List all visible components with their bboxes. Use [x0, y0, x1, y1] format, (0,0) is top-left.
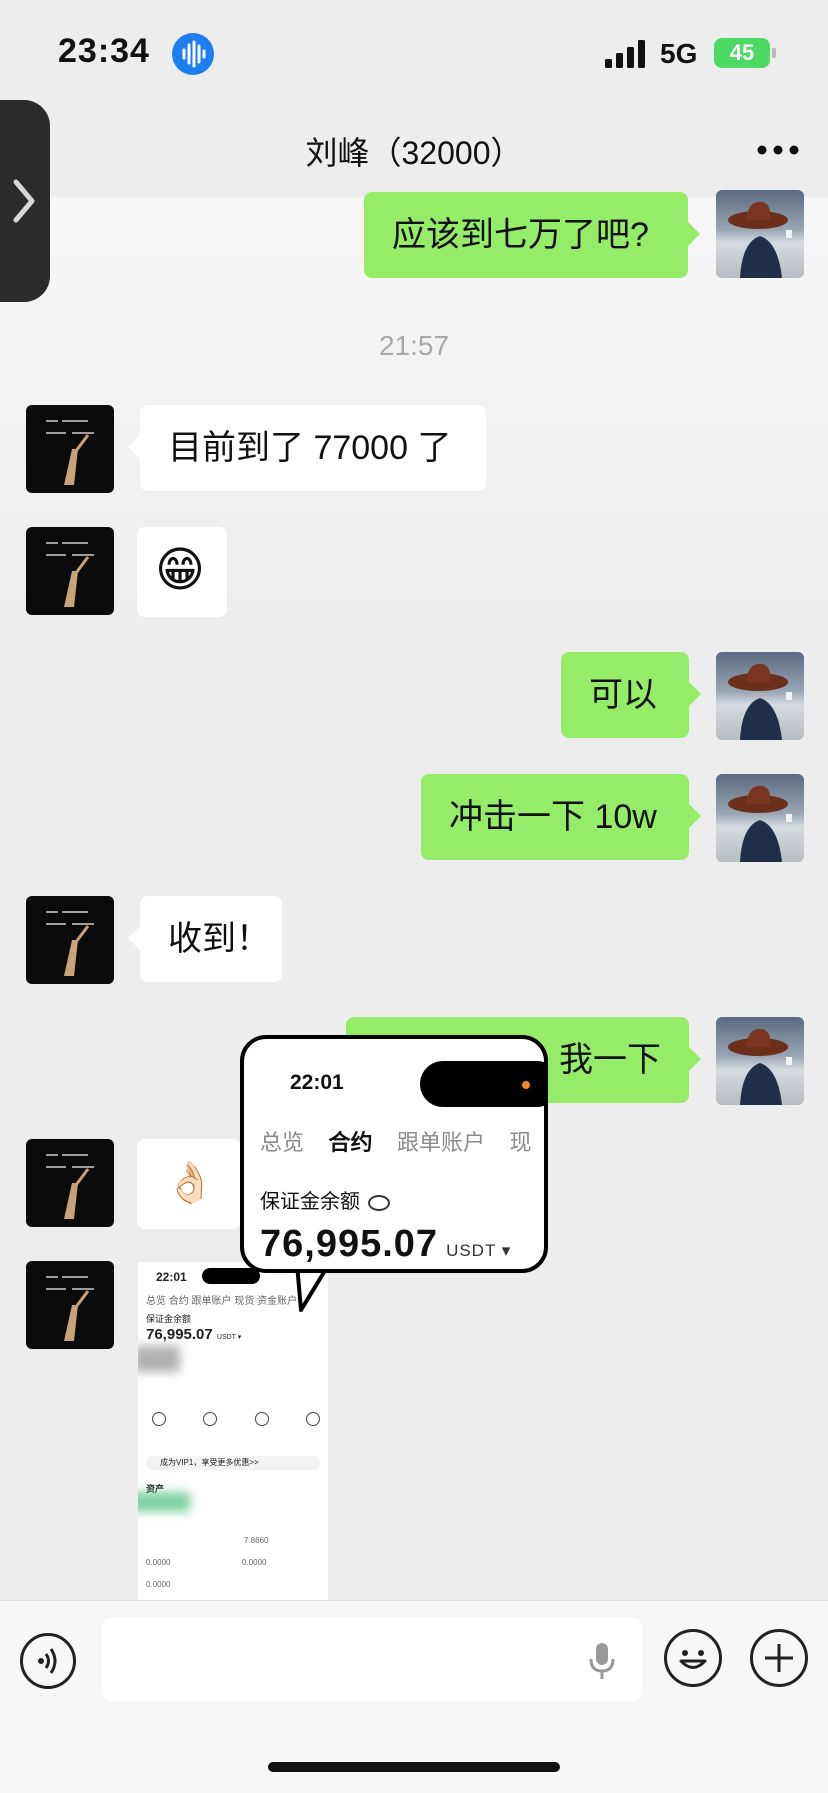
network-type: 5G — [660, 38, 698, 69]
chat-header: 刘峰（32000） — [0, 110, 828, 197]
my-avatar[interactable] — [716, 1017, 804, 1105]
battery-cap — [772, 48, 776, 58]
plus-icon — [765, 1644, 793, 1672]
shot-dynamic-island — [202, 1268, 260, 1284]
shot-time: 22:01 — [156, 1270, 187, 1284]
callout-amount: 76,995.07 USDT ▾ — [260, 1223, 511, 1266]
more-options-icon[interactable] — [754, 140, 802, 160]
shot-tabs: 总览 合约 跟单账户 现货 资金账户 — [146, 1296, 298, 1307]
contact-avatar[interactable] — [26, 1261, 114, 1349]
blur-redaction — [138, 1346, 180, 1372]
voice-icon — [38, 1648, 57, 1674]
signal-icon — [605, 40, 645, 68]
callout-margin-text: 保证金余额 — [260, 1191, 360, 1213]
emoji-message[interactable]: 👌🏻 — [137, 1139, 241, 1229]
battery-icon: 45 — [714, 38, 770, 68]
my-avatar[interactable] — [716, 190, 804, 278]
voice-input-button[interactable] — [20, 1633, 76, 1689]
blur-redaction — [138, 1492, 190, 1512]
message-bubble-outgoing[interactable]: 应该到七万了吧? — [364, 192, 700, 278]
callout-tab: 跟单账户 — [396, 1130, 485, 1155]
smiley-icon — [679, 1650, 707, 1669]
shot-value: 0.0000 — [242, 1558, 267, 1567]
callout-unit: USDT ▾ — [446, 1241, 512, 1260]
shot-margin-label: 保证金余额 — [146, 1314, 192, 1324]
shot-vip-banner: 成为VIP1，享受更多优惠>> — [146, 1456, 320, 1470]
zoom-callout: 22:01 总览 合约 跟单账户 现 保证金余额 76,995.07 USDT ▾ — [240, 1035, 548, 1273]
home-indicator[interactable] — [268, 1762, 560, 1772]
microphone-icon[interactable] — [588, 1641, 616, 1681]
contact-avatar[interactable] — [26, 896, 114, 984]
shot-value: 0.0000 — [146, 1558, 171, 1567]
callout-tab: 现 — [509, 1130, 532, 1155]
shot-unit: USDT ▾ — [216, 1334, 242, 1341]
ok-hand-emoji-icon: 👌🏻 — [165, 1161, 215, 1205]
emoji-message[interactable]: 😁 — [137, 527, 227, 617]
message-bubble-outgoing[interactable]: 可以 — [561, 652, 701, 738]
side-drawer-handle[interactable] — [0, 100, 50, 302]
message-text-input[interactable] — [102, 1617, 642, 1701]
callout-tab-active: 合约 — [328, 1130, 373, 1155]
callout-indicator-dot — [522, 1081, 530, 1089]
shot-action-icons — [152, 1412, 320, 1426]
shot-value: 7.8660 — [244, 1536, 269, 1545]
contact-avatar[interactable] — [26, 1139, 114, 1227]
callout-time: 22:01 — [290, 1071, 344, 1094]
message-bubble-incoming[interactable]: 收到！ — [128, 896, 282, 982]
callout-tabs: 总览 合约 跟单账户 现 — [260, 1125, 531, 1157]
status-bar: 23:34 5G 45 — [0, 0, 828, 110]
chevron-right-icon — [13, 179, 35, 223]
chat-title: 刘峰（32000） — [305, 135, 523, 171]
more-functions-button[interactable] — [750, 1629, 808, 1687]
message-timestamp: 21:57 — [378, 330, 450, 361]
shot-amount-value: 76,995.07 — [146, 1326, 213, 1343]
contact-avatar[interactable] — [26, 527, 114, 615]
eye-icon — [368, 1194, 390, 1211]
emoji-button[interactable] — [664, 1629, 722, 1687]
my-avatar[interactable] — [716, 774, 804, 862]
shot-amount: 76,995.07 USDT ▾ — [146, 1326, 241, 1343]
grinning-emoji-icon: 😁 — [155, 544, 206, 597]
my-avatar[interactable] — [716, 652, 804, 740]
message-bubble-incoming[interactable]: 目前到了 77000 了 — [128, 405, 486, 491]
audio-indicator-icon — [172, 33, 214, 75]
message-bubble-outgoing[interactable]: 冲击一下 10w — [421, 774, 701, 860]
callout-margin-label: 保证金余额 — [260, 1185, 390, 1214]
status-time: 23:34 — [58, 32, 150, 70]
shot-value: 0.0000 — [146, 1580, 171, 1589]
contact-avatar[interactable] — [26, 405, 114, 493]
callout-tab: 总览 — [260, 1130, 305, 1155]
callout-amount-value: 76,995.07 — [260, 1223, 439, 1265]
